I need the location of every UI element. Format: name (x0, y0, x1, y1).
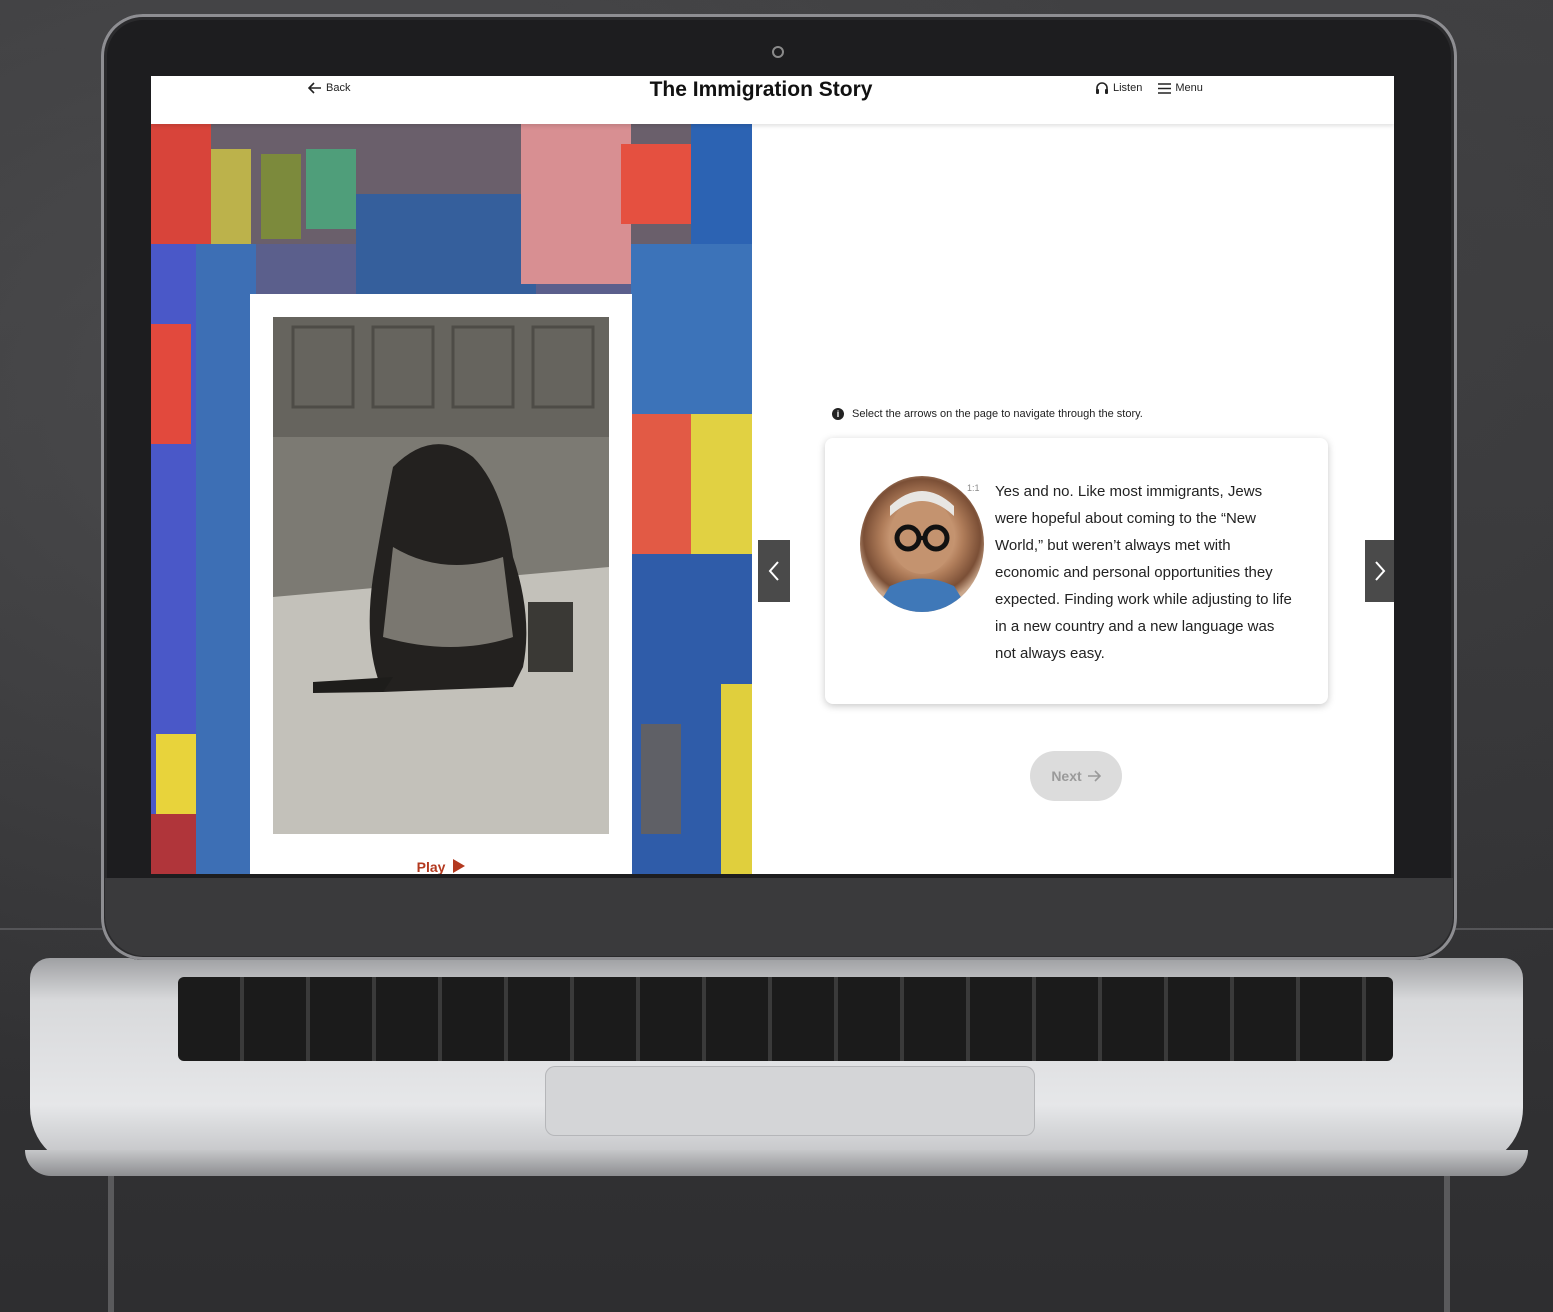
art-block (306, 149, 356, 229)
trackpad (545, 1066, 1035, 1136)
art-block (151, 124, 211, 244)
navigation-hint: i Select the arrows on the page to navig… (832, 408, 1143, 420)
laptop-bezel-chin (105, 878, 1453, 956)
menu-label: Menu (1175, 82, 1203, 94)
art-block (691, 124, 752, 244)
art-block (691, 414, 752, 554)
laptop-base-lip (25, 1150, 1528, 1176)
play-triangle-icon (453, 859, 466, 873)
art-block (641, 724, 681, 834)
art-block (261, 154, 301, 239)
art-block (151, 324, 191, 444)
next-label: Next (1051, 768, 1082, 784)
chevron-right-icon (1374, 561, 1385, 581)
avatar-portrait (874, 491, 970, 612)
table-leg-right (1444, 1170, 1450, 1312)
media-card: Play (250, 294, 632, 874)
play-label: Play (416, 859, 446, 874)
keyboard (178, 977, 1393, 1061)
browser-screen: Back The Immigration Story Listen Menu P… (151, 76, 1394, 874)
art-block (721, 684, 752, 874)
art-block (621, 144, 691, 224)
arrow-right-icon (1087, 770, 1101, 782)
menu-button[interactable]: Menu (1158, 82, 1203, 94)
quote-card: 1:1 Yes and no. Like most immigrants, Je… (825, 438, 1328, 704)
art-block (196, 244, 256, 874)
photo-illustration (273, 317, 609, 834)
art-block (211, 149, 251, 244)
listen-button[interactable]: Listen (1095, 82, 1142, 94)
prev-arrow-button[interactable] (758, 540, 790, 602)
next-arrow-button[interactable] (1365, 540, 1394, 602)
colorful-art-panel: Play (151, 124, 752, 874)
chevron-left-icon (768, 561, 779, 581)
art-block (156, 734, 201, 814)
hamburger-icon (1158, 82, 1172, 94)
hint-text: Select the arrows on the page to navigat… (852, 408, 1143, 420)
play-button[interactable]: Play (250, 859, 632, 874)
top-bar: Back The Immigration Story Listen Menu (151, 76, 1394, 124)
listen-label: Listen (1113, 82, 1143, 94)
camera-icon (772, 46, 784, 58)
art-block (521, 124, 631, 284)
quote-text: Yes and no. Like most immigrants, Jews w… (995, 483, 1292, 662)
art-block (356, 194, 536, 294)
table-leg-left (108, 1170, 114, 1312)
art-block (631, 244, 752, 414)
timestamp: 1:1 (967, 483, 980, 493)
info-icon: i (832, 408, 844, 420)
headphones-icon (1096, 82, 1108, 94)
next-button[interactable]: Next (1030, 751, 1122, 801)
historical-photo (273, 317, 609, 834)
header-tools: Listen Menu (1095, 82, 1203, 94)
avatar (860, 476, 984, 612)
